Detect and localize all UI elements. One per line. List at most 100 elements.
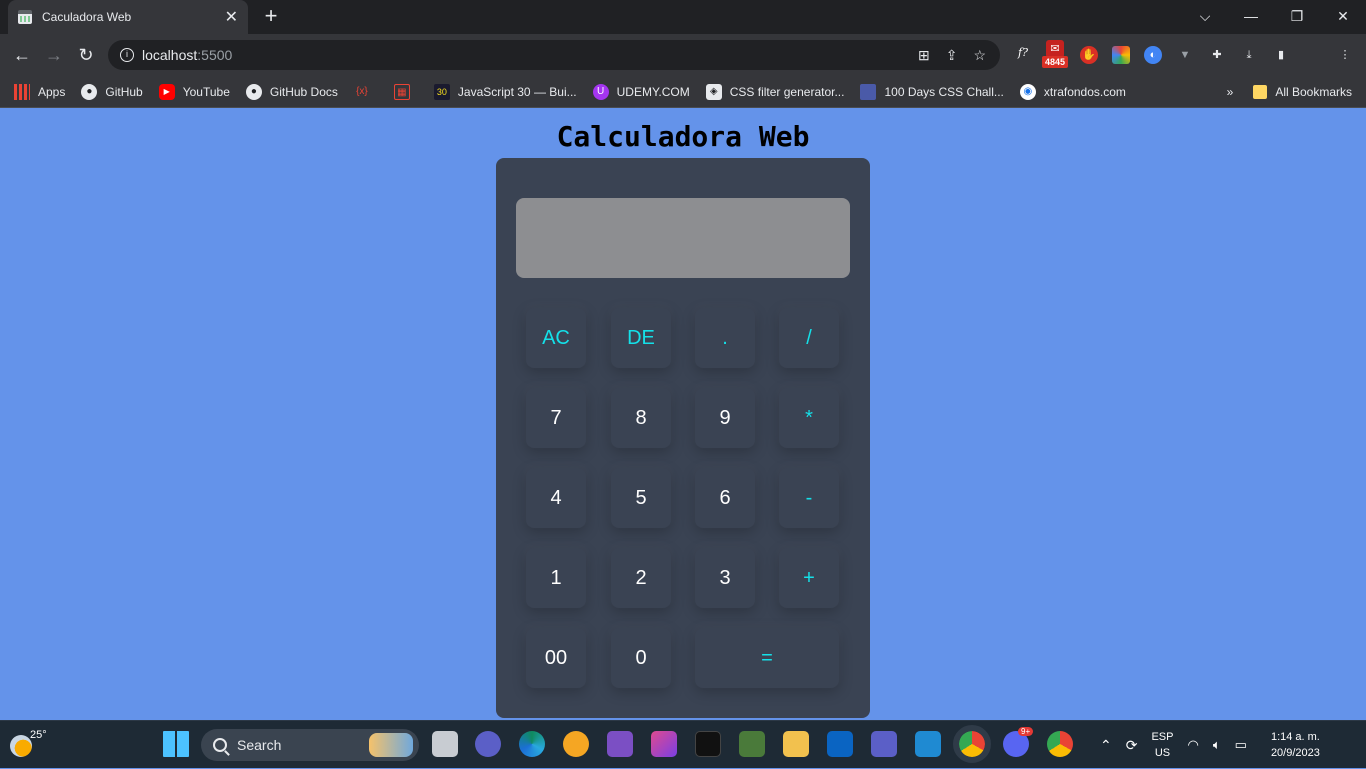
site-info-icon[interactable]: i: [120, 48, 134, 62]
key-decimal[interactable]: .: [695, 308, 755, 368]
clock[interactable]: 1:14 a. m. 20/9/2023: [1271, 729, 1320, 761]
bookmark-github[interactable]: ● GitHub: [81, 83, 143, 100]
bookmark-label: CSS filter generator...: [729, 84, 845, 99]
font-finder-extension-icon[interactable]: f?: [1014, 44, 1032, 62]
tab-search-chevron-icon[interactable]: ⌵: [1182, 0, 1228, 34]
bookmark-100-days-css[interactable]: 100 Days CSS Chall...: [860, 83, 1004, 100]
codepen-icon: ◈: [705, 83, 722, 100]
wifi-icon[interactable]: ◠: [1187, 737, 1198, 753]
key-5[interactable]: 5: [611, 468, 671, 528]
key-0[interactable]: 0: [611, 628, 671, 688]
bookmarks-bar: Apps ● GitHub ▶ YouTube ● GitHub Docs {x} ▦…: [0, 76, 1366, 108]
key-clear-all[interactable]: AC: [526, 308, 586, 368]
key-add[interactable]: +: [779, 548, 839, 608]
key-8[interactable]: 8: [611, 388, 671, 448]
file-explorer-icon[interactable]: [783, 731, 809, 757]
side-panel-icon[interactable]: ▮: [1272, 46, 1290, 64]
bookmark-red[interactable]: ▦: [393, 83, 418, 100]
key-divide[interactable]: /: [779, 308, 839, 368]
share-icon[interactable]: ⇪: [946, 47, 958, 64]
bookmarks-overflow-button[interactable]: »: [1227, 85, 1234, 99]
blue-square-icon: [860, 83, 877, 100]
new-tab-button[interactable]: +: [258, 4, 284, 30]
tab-close-icon[interactable]: ✕: [225, 7, 238, 27]
all-bookmarks-folder[interactable]: All Bookmarks: [1253, 85, 1352, 99]
chrome-active-icon[interactable]: [953, 725, 991, 763]
chrome-icon[interactable]: [1047, 731, 1073, 757]
key-delete[interactable]: DE: [611, 308, 671, 368]
visual-studio-icon[interactable]: [607, 731, 633, 757]
vscode-icon[interactable]: [915, 731, 941, 757]
key-9[interactable]: 9: [695, 388, 755, 448]
back-button[interactable]: ←: [8, 42, 36, 68]
search-highlight-icon: [369, 733, 413, 757]
close-window-button[interactable]: ✕: [1320, 0, 1366, 34]
keyboard-layout: US: [1154, 747, 1171, 759]
extensions-puzzle-icon[interactable]: ✚: [1208, 46, 1226, 64]
key-double-zero[interactable]: 00: [526, 628, 586, 688]
key-multiply[interactable]: *: [779, 388, 839, 448]
folder-icon: [1253, 85, 1268, 99]
bookmark-xtrafondos[interactable]: ◉ xtrafondos.com: [1019, 83, 1126, 100]
adblock-extension-icon[interactable]: ✋: [1080, 46, 1098, 64]
bookmark-github-docs[interactable]: ● GitHub Docs: [245, 83, 338, 100]
clipchamp-icon[interactable]: [651, 731, 677, 757]
affinity-icon[interactable]: [695, 731, 721, 757]
windows-start-icon[interactable]: [163, 731, 189, 757]
bookmark-star-icon[interactable]: ☆: [973, 47, 986, 64]
menu-kebab-icon[interactable]: ⋮: [1336, 46, 1354, 64]
snipping-tool-icon[interactable]: [739, 731, 765, 757]
taskbar-search[interactable]: Search: [201, 729, 419, 761]
teams-chat-icon[interactable]: [475, 731, 501, 757]
key-6[interactable]: 6: [695, 468, 755, 528]
key-2[interactable]: 2: [611, 548, 671, 608]
bookmark-css-filter[interactable]: ◈ CSS filter generator...: [705, 83, 845, 100]
search-placeholder: Search: [237, 737, 282, 753]
udemy-icon: U: [592, 83, 609, 100]
key-1[interactable]: 1: [526, 548, 586, 608]
weather-widget[interactable]: 25°: [10, 729, 47, 757]
brave-browser-icon[interactable]: [563, 731, 589, 757]
bookmark-udemy[interactable]: U UDEMY.COM: [592, 83, 690, 100]
github-icon: ●: [245, 83, 262, 100]
key-7[interactable]: 7: [526, 388, 586, 448]
taskbar: 25° Search 9+ ⌃ ⟳ ESP US ◠ 🔈︎ ▭ 1:14 a. …: [0, 720, 1366, 768]
download-icon[interactable]: ⤓: [1240, 46, 1258, 64]
sync-extension-icon[interactable]: ◐: [1144, 46, 1162, 64]
page-title: Calculadora Web: [556, 120, 810, 153]
github-icon: ●: [81, 83, 98, 100]
bookmark-youtube[interactable]: ▶ YouTube: [158, 83, 230, 100]
bookmark-label: GitHub: [105, 84, 143, 99]
restore-button[interactable]: ❐: [1274, 0, 1320, 34]
key-3[interactable]: 3: [695, 548, 755, 608]
bookmark-variable[interactable]: {x}: [354, 84, 378, 100]
clock-time: 1:14 a. m.: [1270, 731, 1320, 743]
task-view-icon[interactable]: [432, 731, 458, 757]
vue-devtools-extension-icon[interactable]: ▼: [1176, 46, 1194, 64]
address-bar[interactable]: i localhost:5500 ⊞ ⇪ ☆: [108, 40, 1000, 70]
sync-tray-icon[interactable]: ⟳: [1126, 737, 1138, 754]
teams-icon[interactable]: [871, 731, 897, 757]
bookmark-apps[interactable]: Apps: [14, 83, 65, 100]
translate-icon[interactable]: ⊞: [918, 47, 930, 64]
edge-browser-icon[interactable]: [519, 731, 545, 757]
system-tray: ⌃ ⟳ ESP US ◠ 🔈︎ ▭ 1:14 a. m. 20/9/2023: [1100, 721, 1320, 769]
bookmark-label: JavaScript 30 — Bui...: [457, 84, 577, 99]
mail-count-badge: 4845: [1042, 56, 1069, 68]
input-language[interactable]: ESP US: [1151, 729, 1173, 761]
color-picker-extension-icon[interactable]: [1112, 46, 1130, 64]
battery-icon[interactable]: ▭: [1235, 737, 1247, 753]
key-equals[interactable]: =: [695, 628, 839, 688]
reload-button[interactable]: ↻: [72, 42, 100, 68]
minimize-button[interactable]: —: [1228, 0, 1274, 34]
tray-overflow-icon[interactable]: ⌃: [1100, 737, 1112, 754]
key-subtract[interactable]: -: [779, 468, 839, 528]
browser-tab[interactable]: Caculadora Web ✕: [8, 0, 248, 34]
outlook-icon[interactable]: [827, 731, 853, 757]
forward-button[interactable]: →: [40, 42, 68, 68]
youtube-icon: ▶: [158, 83, 175, 100]
volume-icon[interactable]: 🔈︎: [1213, 737, 1221, 753]
key-4[interactable]: 4: [526, 468, 586, 528]
bookmark-js30[interactable]: 30 JavaScript 30 — Bui...: [433, 83, 577, 100]
apps-grid-icon: [14, 83, 30, 100]
